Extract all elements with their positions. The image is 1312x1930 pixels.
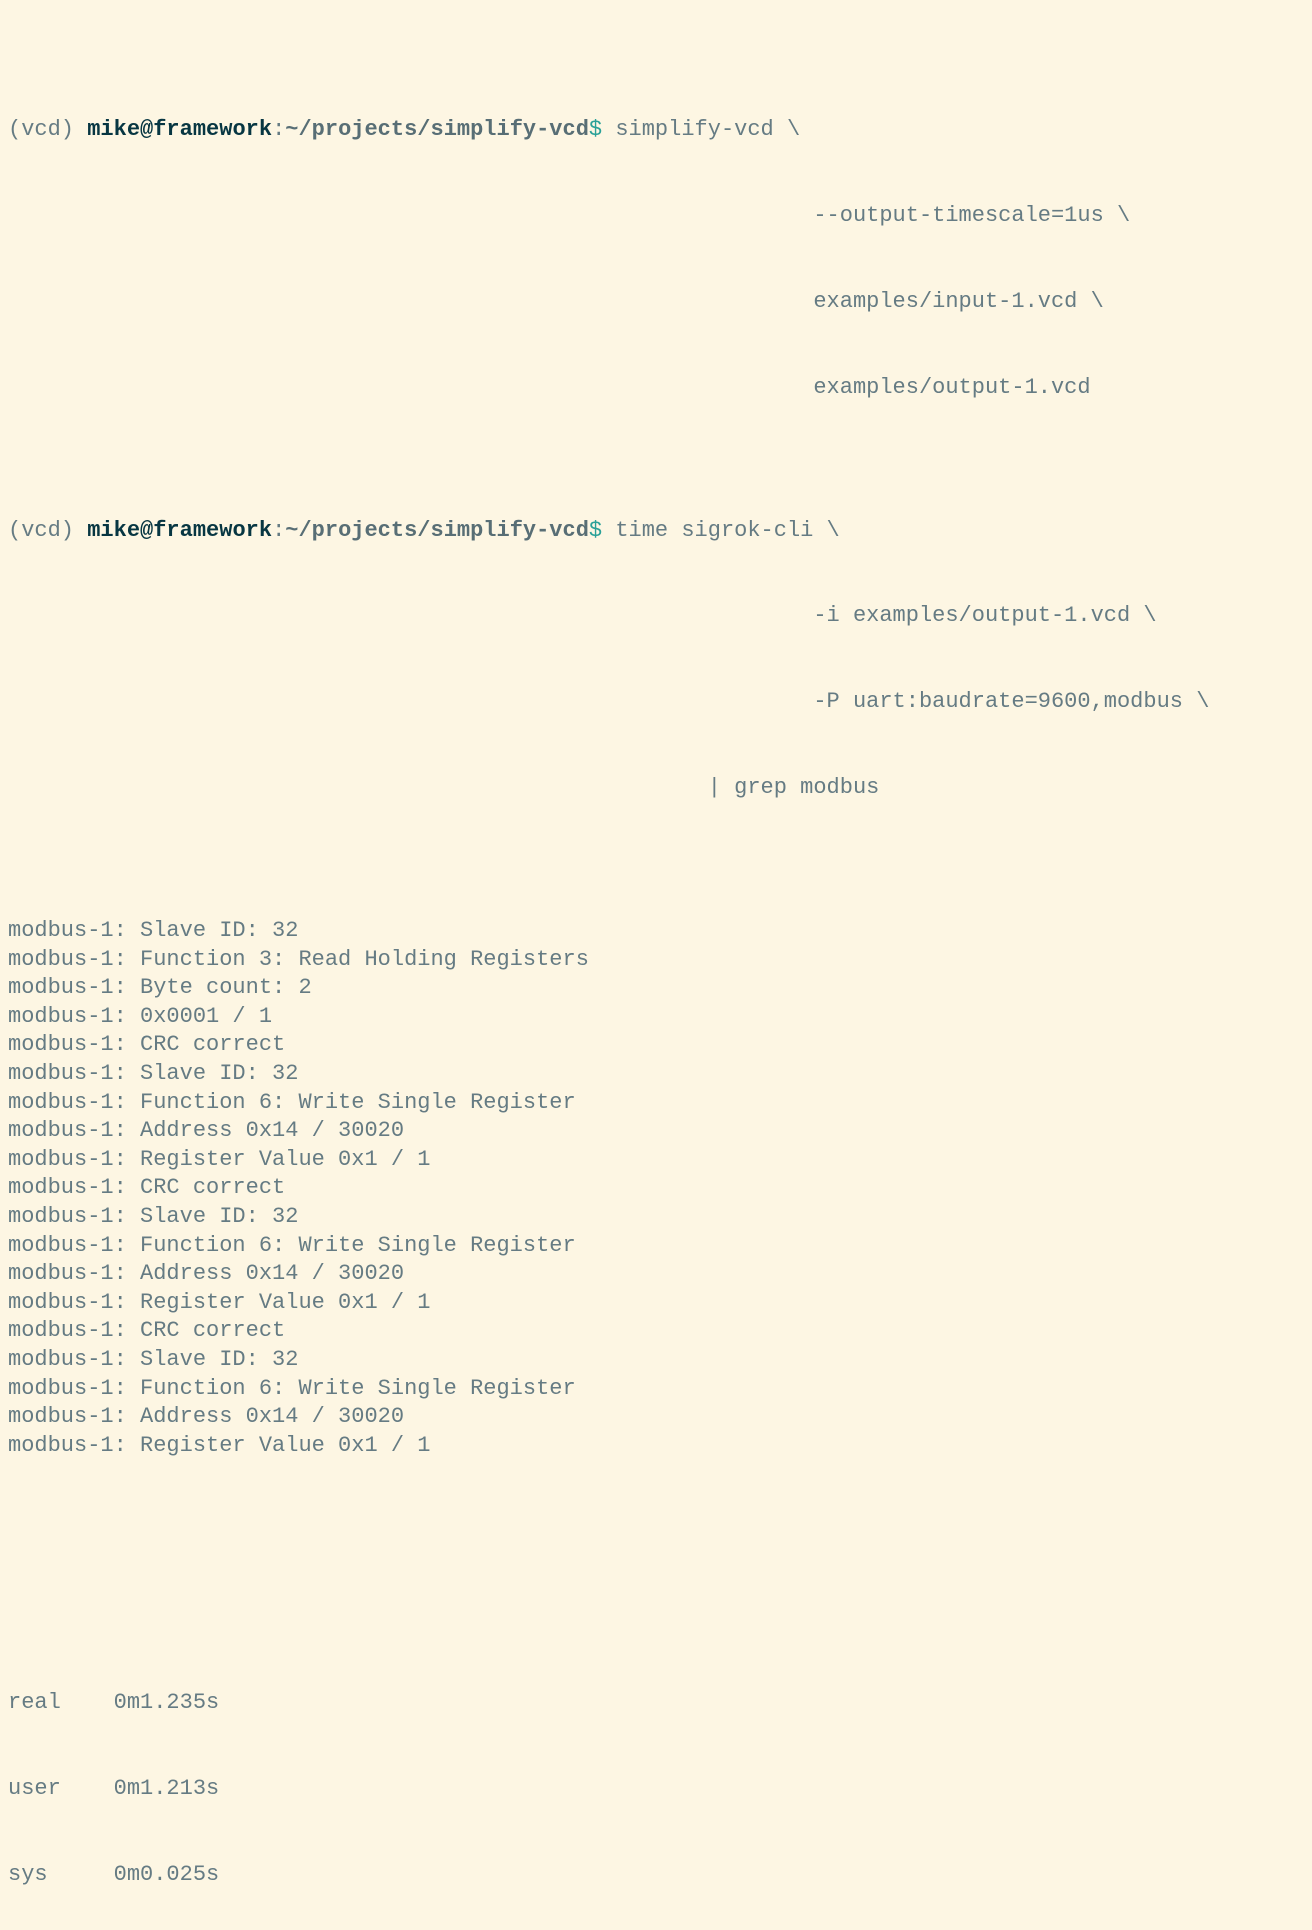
- command-1-cont-3: examples/output-1.vcd: [8, 374, 1304, 403]
- output-line: modbus-1: CRC correct: [8, 1317, 1304, 1346]
- terminal[interactable]: (vcd) mike@framework:~/projects/simplify…: [0, 0, 1312, 1930]
- command-1-cont-2: examples/input-1.vcd \: [8, 288, 1304, 317]
- output-line: modbus-1: Slave ID: 32: [8, 1203, 1304, 1232]
- output-line: modbus-1: Byte count: 2: [8, 974, 1304, 1003]
- output-line: modbus-1: Register Value 0x1 / 1: [8, 1432, 1304, 1461]
- output-line: modbus-1: Function 6: Write Single Regis…: [8, 1375, 1304, 1404]
- command-2-cont-2: -P uart:baudrate=9600,modbus \: [8, 688, 1304, 717]
- output-line: modbus-1: Function 6: Write Single Regis…: [8, 1089, 1304, 1118]
- output-line: modbus-1: 0x0001 / 1: [8, 1003, 1304, 1032]
- prompt-dollar: $: [589, 518, 602, 543]
- prompt-separator: :: [272, 518, 285, 543]
- prompt-env: (vcd): [8, 518, 87, 543]
- output-line: modbus-1: Slave ID: 32: [8, 1346, 1304, 1375]
- output-line: modbus-1: Function 6: Write Single Regis…: [8, 1232, 1304, 1261]
- command-1-cont-1: --output-timescale=1us \: [8, 202, 1304, 231]
- output-line: modbus-1: Address 0x14 / 30020: [8, 1260, 1304, 1289]
- output-line: modbus-1: Register Value 0x1 / 1: [8, 1146, 1304, 1175]
- output-line: modbus-1: Register Value 0x1 / 1: [8, 1289, 1304, 1318]
- output-line: modbus-1: Address 0x14 / 30020: [8, 1117, 1304, 1146]
- output-line: modbus-1: CRC correct: [8, 1174, 1304, 1203]
- output-line: modbus-1: CRC correct: [8, 1031, 1304, 1060]
- blank-line: [8, 1546, 1304, 1575]
- time-sys: sys 0m0.025s: [8, 1861, 1304, 1890]
- output-block: modbus-1: Slave ID: 32modbus-1: Function…: [8, 917, 1304, 1460]
- prompt-dollar: $: [589, 117, 602, 142]
- prompt-path: ~/projects/simplify-vcd: [285, 518, 589, 543]
- prompt-env: (vcd): [8, 117, 87, 142]
- command-line-2: (vcd) mike@framework:~/projects/simplify…: [8, 517, 1304, 546]
- output-line: modbus-1: Slave ID: 32: [8, 1060, 1304, 1089]
- prompt-separator: :: [272, 117, 285, 142]
- prompt-user: mike@framework: [87, 117, 272, 142]
- command-2-text: time sigrok-cli \: [602, 518, 840, 543]
- prompt-path: ~/projects/simplify-vcd: [285, 117, 589, 142]
- time-user: user 0m1.213s: [8, 1775, 1304, 1804]
- prompt-user: mike@framework: [87, 518, 272, 543]
- command-1-text: simplify-vcd \: [602, 117, 800, 142]
- time-real: real 0m1.235s: [8, 1689, 1304, 1718]
- command-line-1: (vcd) mike@framework:~/projects/simplify…: [8, 116, 1304, 145]
- command-2-cont-1: -i examples/output-1.vcd \: [8, 602, 1304, 631]
- output-line: modbus-1: Address 0x14 / 30020: [8, 1403, 1304, 1432]
- command-2-cont-3: | grep modbus: [8, 774, 1304, 803]
- output-line: modbus-1: Function 3: Read Holding Regis…: [8, 946, 1304, 975]
- output-line: modbus-1: Slave ID: 32: [8, 917, 1304, 946]
